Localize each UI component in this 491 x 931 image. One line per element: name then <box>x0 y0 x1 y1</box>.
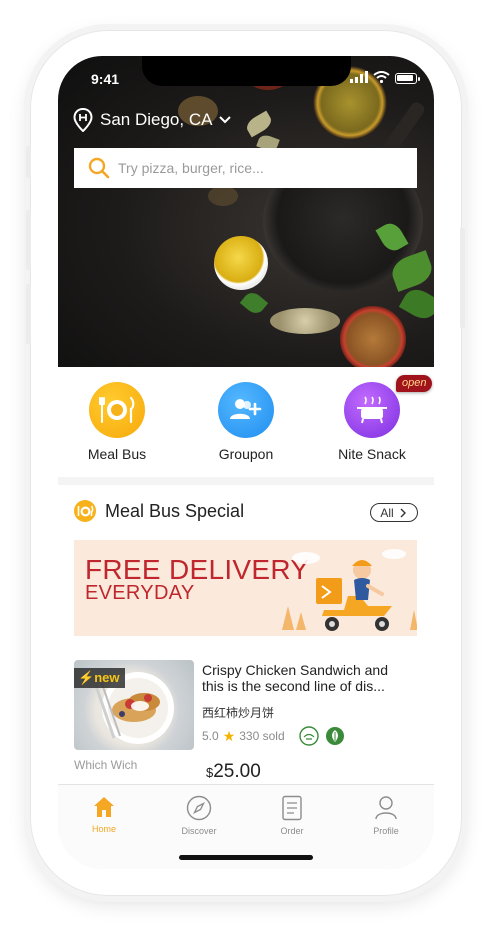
notch <box>142 56 351 86</box>
volume-down-button <box>26 284 31 344</box>
location-pin-icon <box>73 108 93 132</box>
tab-profile[interactable]: Profile <box>356 795 416 836</box>
meal-bus-icon <box>89 382 145 438</box>
free-delivery-banner[interactable]: FREE DELIVERY EVERYDAY <box>74 540 417 636</box>
category-label: Groupon <box>218 446 274 462</box>
item-price: $25.00 <box>206 761 261 783</box>
category-nite-snack[interactable]: Nite Snack <box>327 382 417 462</box>
delivery-scooter-illustration <box>282 549 417 631</box>
tab-order[interactable]: Order <box>262 795 322 836</box>
mute-switch <box>26 146 31 178</box>
tab-label: Home <box>91 824 116 834</box>
location-label: San Diego, CA <box>100 110 213 129</box>
location-selector[interactable]: San Diego, CA <box>73 108 232 132</box>
item-title[interactable]: Crispy Chicken Sandwich and this is the … <box>202 662 407 694</box>
food-item-image[interactable]: ⚡new <box>74 660 194 750</box>
tab-label: Profile <box>373 826 399 836</box>
home-indicator[interactable] <box>179 855 313 860</box>
new-badge-label: new <box>94 670 120 685</box>
wifi-icon <box>373 71 390 83</box>
star-icon: ★ <box>222 727 236 744</box>
halal-icon <box>298 726 319 746</box>
status-bar: 9:41 <box>58 56 434 100</box>
app-screen: 9:41 San Diego, CA Try pizza, burger, ri… <box>58 56 434 869</box>
cellular-signal-icon <box>350 71 368 83</box>
meal-bus-special-section: Meal Bus Special All FREE DELIVERY EVERY… <box>58 485 434 805</box>
open-badge: open <box>396 375 433 392</box>
home-icon <box>94 797 114 817</box>
section-header: Meal Bus Special <box>73 499 244 523</box>
see-all-label: All <box>380 505 394 520</box>
search-input[interactable] <box>118 160 388 176</box>
category-meal-bus[interactable]: Meal Bus <box>72 382 162 462</box>
compass-icon <box>186 795 212 821</box>
group-users-icon <box>218 382 274 438</box>
veggie-icon <box>325 727 344 745</box>
see-all-button[interactable]: All <box>370 503 418 522</box>
search-bar[interactable] <box>74 148 417 188</box>
category-strip: Meal Bus Groupon Nite Snack open <box>58 367 434 477</box>
price-amount: 25.00 <box>213 761 261 782</box>
rating-value: 5.0 <box>202 729 219 743</box>
tab-label: Discover <box>181 826 217 836</box>
status-time: 9:41 <box>91 71 120 87</box>
night-snack-pot-icon <box>344 382 400 438</box>
category-label: Meal Bus <box>87 446 147 462</box>
battery-icon <box>395 73 420 84</box>
category-label: Nite Snack <box>338 446 406 462</box>
volume-up-button <box>26 210 31 270</box>
item-subtitle: 西红柿炒月饼 <box>202 706 275 720</box>
banner-subline: EVERYDAY <box>85 582 195 604</box>
user-icon <box>375 796 397 820</box>
power-button <box>460 228 465 328</box>
store-name: Which Wich <box>74 758 138 772</box>
tab-discover[interactable]: Discover <box>169 795 229 836</box>
category-groupon[interactable]: Groupon <box>201 382 291 462</box>
search-icon <box>88 157 110 179</box>
document-icon <box>282 795 302 821</box>
new-badge: ⚡new <box>74 668 126 688</box>
hero-banner-image: 9:41 San Diego, CA <box>58 56 434 367</box>
lightning-icon: ⚡ <box>78 670 95 685</box>
rating-row: 5.0 ★ 330 sold <box>202 726 345 746</box>
sold-count: 330 sold <box>239 729 285 743</box>
chevron-right-icon <box>400 508 406 517</box>
meal-bus-small-icon <box>74 500 96 522</box>
tab-label: Order <box>280 826 304 836</box>
chevron-down-icon <box>219 116 232 124</box>
tab-home[interactable]: Home <box>74 795 134 834</box>
section-title: Meal Bus Special <box>105 500 245 521</box>
